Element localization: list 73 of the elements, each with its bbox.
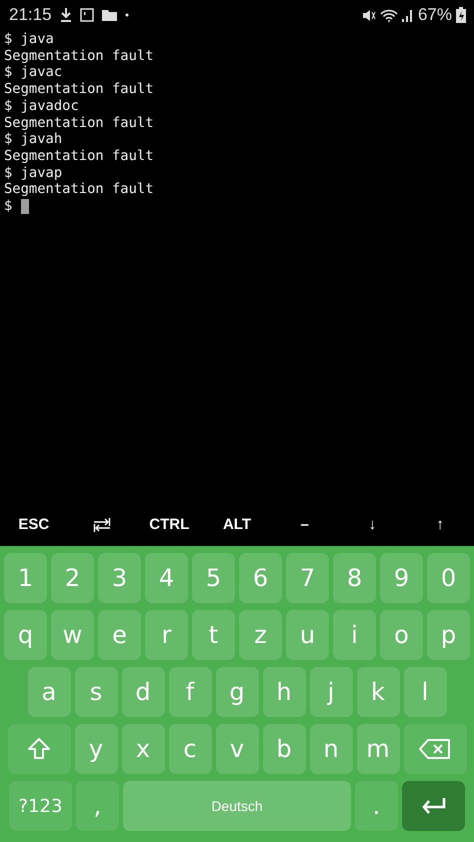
wifi-icon <box>380 8 398 22</box>
backspace-key[interactable] <box>404 724 466 774</box>
terminal-line: Segmentation fault <box>4 48 154 64</box>
key[interactable]: r <box>145 610 188 660</box>
key[interactable]: . <box>355 781 398 831</box>
shift-key[interactable] <box>8 724 70 774</box>
extra-key[interactable]: ↑ <box>436 514 444 537</box>
terminal-line: $ javap <box>4 164 62 182</box>
terminal-line: $ javah <box>4 131 62 148</box>
prompt: $ <box>4 198 14 215</box>
key[interactable]: t <box>192 610 235 660</box>
key[interactable]: 0 <box>427 553 470 603</box>
enter-key[interactable] <box>402 781 465 831</box>
terminal-line: Segmentation fault <box>4 81 154 98</box>
key[interactable]: 7 <box>286 553 329 603</box>
key[interactable]: v <box>216 724 258 774</box>
key[interactable]: g <box>216 667 258 717</box>
key[interactable]: f <box>168 667 212 717</box>
key[interactable]: h <box>262 667 306 717</box>
extra-key[interactable]: ↓ <box>368 514 376 537</box>
key[interactable]: z <box>239 610 282 660</box>
key[interactable]: x <box>122 724 164 774</box>
space-bar[interactable]: Deutsch <box>123 781 351 831</box>
enter-icon <box>420 797 446 815</box>
key[interactable]: w <box>51 610 94 660</box>
terminal-line: Segmentation fault <box>4 148 154 165</box>
mute-icon <box>362 8 376 22</box>
terminal-line: $ javac <box>4 64 62 82</box>
key[interactable]: , <box>76 781 119 831</box>
key[interactable]: 4 <box>145 553 188 603</box>
key[interactable]: 2 <box>51 553 94 603</box>
terminal-line: $ javadoc <box>4 98 79 115</box>
key[interactable]: 8 <box>333 553 376 603</box>
key[interactable]: 3 <box>98 553 141 603</box>
key[interactable]: a <box>28 667 70 717</box>
key[interactable]: i <box>333 610 376 660</box>
key[interactable]: n <box>310 724 352 774</box>
cursor <box>20 198 29 214</box>
key[interactable]: p <box>427 610 470 660</box>
terminal-line: $ java <box>4 31 54 48</box>
key[interactable]: m <box>356 724 400 774</box>
key[interactable]: l <box>404 667 446 717</box>
key[interactable]: c <box>168 724 212 774</box>
backspace-icon <box>419 738 451 760</box>
battery-charging-icon <box>456 7 466 23</box>
symbols-key[interactable]: ?123 <box>9 781 72 831</box>
key[interactable]: y <box>74 724 118 774</box>
key[interactable]: j <box>310 667 352 717</box>
key[interactable]: q <box>4 610 47 660</box>
key[interactable]: 9 <box>380 553 423 603</box>
key[interactable]: k <box>356 667 400 717</box>
key[interactable]: s <box>74 667 118 717</box>
key[interactable]: b <box>262 724 306 774</box>
clock: 21:15 <box>9 4 52 26</box>
extra-key[interactable]: ESC <box>18 514 50 537</box>
battery-percent: 67% <box>418 4 452 26</box>
signal-icon <box>402 8 414 22</box>
key[interactable]: 5 <box>192 553 235 603</box>
shift-icon <box>26 736 52 762</box>
key[interactable]: o <box>380 610 423 660</box>
key[interactable]: 6 <box>239 553 282 603</box>
terminal-line: Segmentation fault <box>4 114 154 132</box>
extra-key[interactable]: CTRL <box>149 514 190 537</box>
key[interactable]: u <box>286 610 329 660</box>
dot-icon <box>124 13 129 17</box>
key[interactable]: 1 <box>4 553 47 603</box>
download-icon <box>60 7 72 23</box>
key[interactable]: e <box>98 610 141 660</box>
extra-key[interactable]: – <box>300 514 309 537</box>
extra-key[interactable]: ALT <box>222 514 252 537</box>
folder-icon <box>102 9 117 21</box>
key[interactable]: d <box>122 667 164 717</box>
terminal-line: Segmentation fault <box>4 181 154 198</box>
